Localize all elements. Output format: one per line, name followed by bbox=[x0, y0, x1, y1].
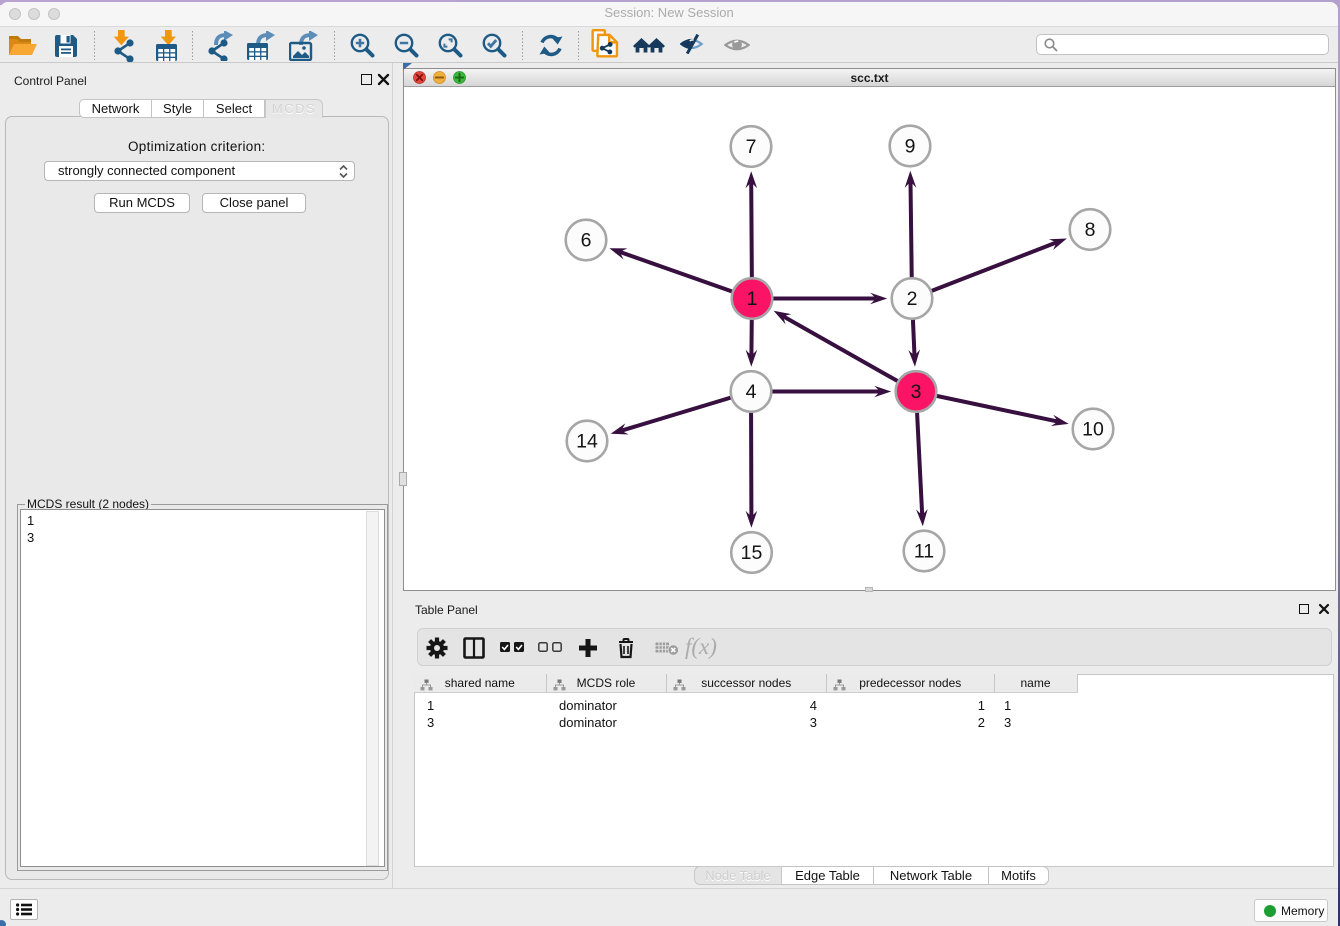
svg-text:15: 15 bbox=[741, 542, 763, 564]
svg-text:8: 8 bbox=[1085, 219, 1096, 241]
svg-text:11: 11 bbox=[914, 541, 934, 563]
svg-text:3: 3 bbox=[911, 381, 922, 403]
svg-text:2: 2 bbox=[907, 288, 918, 310]
svg-text:1: 1 bbox=[747, 288, 758, 310]
svg-text:4: 4 bbox=[746, 381, 757, 403]
svg-text:14: 14 bbox=[576, 431, 598, 453]
svg-text:7: 7 bbox=[746, 136, 757, 158]
svg-text:10: 10 bbox=[1082, 419, 1104, 441]
svg-text:9: 9 bbox=[905, 136, 916, 158]
svg-text:6: 6 bbox=[581, 230, 592, 252]
